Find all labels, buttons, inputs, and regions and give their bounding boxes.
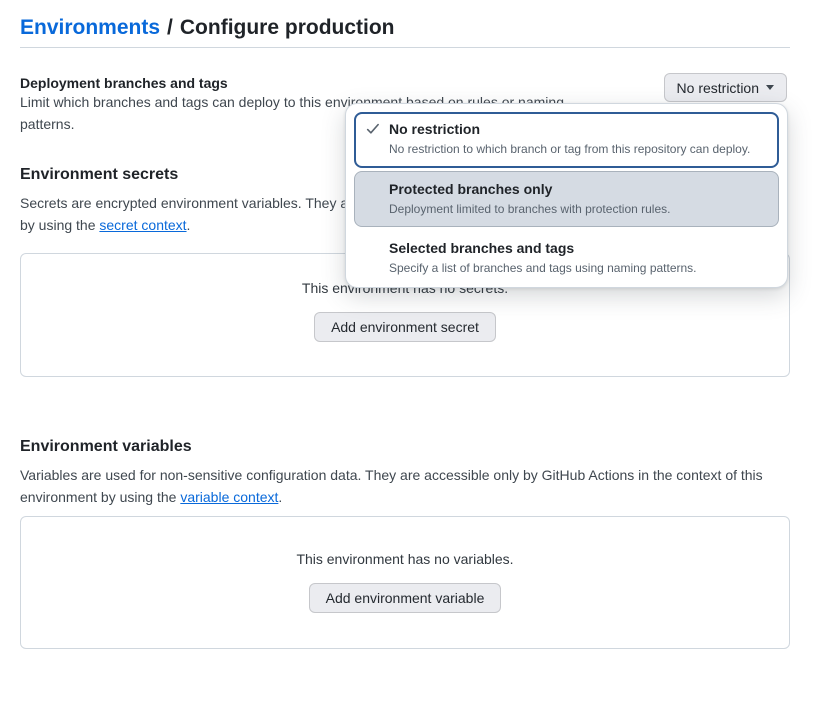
environments-link[interactable]: Environments — [20, 16, 160, 39]
secret-context-link[interactable]: secret context — [99, 217, 186, 233]
menu-item-title: Selected branches and tags — [389, 238, 697, 258]
variables-empty-box: This environment has no variables. Add e… — [20, 516, 790, 649]
variable-context-link[interactable]: variable context — [180, 489, 278, 505]
add-environment-secret-button[interactable]: Add environment secret — [314, 312, 496, 342]
branch-restriction-selector-button[interactable]: No restriction — [664, 73, 787, 102]
selector-button-label: No restriction — [677, 80, 759, 96]
environment-secrets-heading: Environment secrets — [20, 164, 178, 186]
header-divider — [20, 47, 790, 48]
menu-item-title: Protected branches only — [389, 179, 670, 199]
add-environment-variable-button[interactable]: Add environment variable — [309, 583, 502, 613]
menu-item-no-restriction[interactable]: No restriction No restriction to which b… — [354, 112, 779, 168]
menu-item-selected-branches-and-tags[interactable]: Selected branches and tags Specify a lis… — [354, 230, 779, 286]
page-title: Configure production — [180, 16, 395, 39]
menu-item-title: No restriction — [389, 119, 750, 139]
check-placeholder — [365, 179, 389, 181]
check-icon — [365, 119, 389, 142]
variables-empty-text: This environment has no variables. — [296, 549, 513, 569]
menu-item-description: Deployment limited to branches with prot… — [389, 201, 670, 218]
branch-restriction-menu: No restriction No restriction to which b… — [345, 103, 788, 288]
check-placeholder — [365, 238, 389, 240]
chevron-down-icon — [766, 85, 774, 90]
menu-item-description: No restriction to which branch or tag fr… — [389, 141, 750, 158]
environment-settings-page: Environments / Configure production Deploy… — [0, 0, 830, 715]
menu-item-protected-branches-only[interactable]: Protected branches only Deployment limit… — [354, 171, 779, 227]
menu-item-description: Specify a list of branches and tags usin… — [389, 260, 697, 277]
environment-variables-heading: Environment variables — [20, 436, 192, 458]
breadcrumb: Environments / Configure production — [20, 13, 395, 43]
breadcrumb-separator: / — [167, 16, 173, 39]
deployment-branches-heading: Deployment branches and tags — [20, 74, 228, 92]
environment-variables-description: Variables are used for non-sensitive con… — [20, 465, 792, 508]
